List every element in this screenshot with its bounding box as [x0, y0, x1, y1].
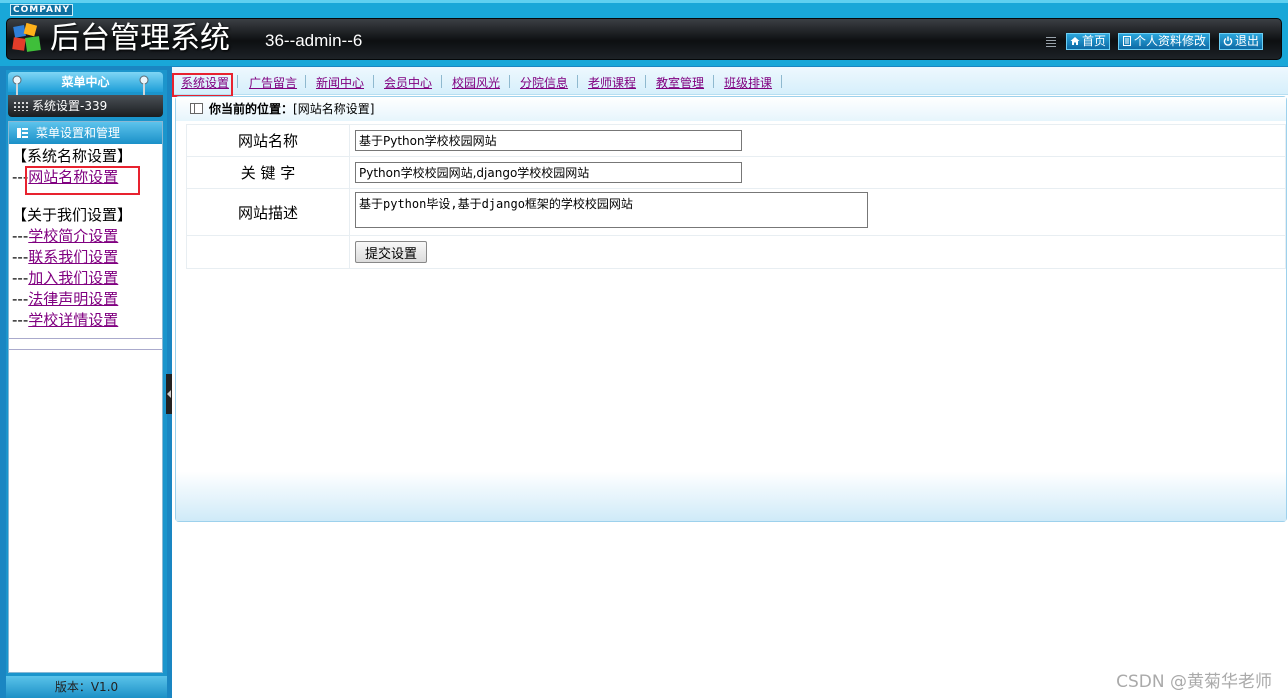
menu-link-school-detail[interactable]: 学校详情设置	[28, 311, 118, 329]
tab-separator	[305, 75, 306, 88]
menu-section-header: 菜单设置和管理	[9, 122, 162, 144]
menu-link-contact[interactable]: 联系我们设置	[28, 248, 118, 266]
tab-members[interactable]: 会员中心	[384, 74, 432, 91]
logout-label: 退出	[1235, 34, 1260, 48]
description-label: 网站描述	[186, 188, 350, 236]
tab-ads[interactable]: 广告留言	[249, 74, 297, 91]
keywords-input[interactable]	[355, 162, 742, 183]
sidebar: 菜单中心 系统设置-339 菜单设置和管理 【系统名称设置】 ---网站名称设置…	[6, 70, 167, 698]
content-area: 你当前的位置：[网站名称设置] 网站名称 关 键 字 网站描述	[175, 96, 1287, 522]
profile-edit-label: 个人资料修改	[1134, 34, 1207, 48]
tab-separator	[441, 75, 442, 88]
tab-courses[interactable]: 老师课程	[588, 74, 636, 91]
form-cell	[349, 124, 1286, 157]
content-footer-gradient	[176, 397, 1286, 521]
tab-separator	[509, 75, 510, 88]
company-badge: COMPANY	[10, 4, 73, 16]
tab-bar: 系统设置 广告留言 新闻中心 会员中心 校园风光 分院信息 老师课程 教室管理 …	[172, 67, 1288, 97]
cubes-logo-icon	[12, 22, 41, 52]
form-cell: 基于python毕设,基于django框架的学校校园网站	[349, 188, 1286, 236]
menu-item: ---联系我们设置	[9, 247, 162, 268]
sidebar-menu: 菜单设置和管理 【系统名称设置】 ---网站名称设置 【关于我们设置】 ---学…	[8, 121, 163, 673]
watermark: CSDN @黄菊华老师	[1116, 672, 1272, 692]
system-settings-bar[interactable]: 系统设置-339	[8, 95, 163, 117]
tab-separator	[373, 75, 374, 88]
header: COMPANY 后台管理系统 36--admin--6 首页 个人资料修改 退出	[0, 0, 1288, 66]
tab-separator	[781, 75, 782, 88]
highlight-box	[25, 166, 140, 195]
app-window: COMPANY 后台管理系统 36--admin--6 首页 个人资料修改 退出…	[0, 0, 1288, 698]
power-icon	[1223, 36, 1233, 46]
group-title: 【系统名称设置】	[12, 147, 133, 165]
tab-separator	[713, 75, 714, 88]
user-info: 36--admin--6	[265, 31, 363, 50]
site-name-label: 网站名称	[186, 124, 350, 157]
tab-classrooms[interactable]: 教室管理	[656, 74, 704, 91]
system-settings-label: 系统设置-339	[32, 99, 108, 113]
menu-section-title: 菜单设置和管理	[36, 126, 121, 140]
form-row: 提交设置	[186, 235, 1286, 269]
tab-news[interactable]: 新闻中心	[316, 74, 364, 91]
form-row: 网站描述 基于python毕设,基于django框架的学校校园网站	[186, 188, 1286, 236]
menu-item: ---学校详情设置	[9, 310, 162, 331]
form-cell: 提交设置	[349, 235, 1286, 269]
grid-dots-icon	[13, 101, 28, 111]
main-panel: 系统设置 广告留言 新闻中心 会员中心 校园风光 分院信息 老师课程 教室管理 …	[172, 67, 1288, 698]
group-title: 【关于我们设置】	[12, 206, 133, 224]
menu-divider	[9, 338, 162, 350]
version-label: 版本：V1.0	[6, 676, 167, 698]
form-row: 关 键 字	[186, 156, 1286, 189]
breadcrumb-label: 你当前的位置：	[209, 102, 294, 116]
app-title: 后台管理系统	[50, 21, 230, 56]
menu-link-join[interactable]: 加入我们设置	[28, 269, 118, 287]
page-icon	[190, 103, 203, 114]
settings-form: 网站名称 关 键 字 网站描述 基于python毕设,基于django框架的学校…	[186, 124, 1286, 269]
pin-icon	[139, 75, 149, 97]
menu-item: ---法律声明设置	[9, 289, 162, 310]
breadcrumb-value: [网站名称设置]	[293, 102, 375, 116]
tab-separator	[237, 75, 238, 88]
form-cell	[186, 235, 350, 269]
tab-separator	[645, 75, 646, 88]
home-button[interactable]: 首页	[1066, 33, 1111, 50]
form-cell	[349, 156, 1286, 189]
site-name-input[interactable]	[355, 130, 742, 151]
item-prefix: ---	[12, 290, 29, 308]
list-icon	[17, 128, 28, 138]
home-label: 首页	[1082, 34, 1107, 48]
form-row: 网站名称	[186, 124, 1286, 157]
tab-separator	[577, 75, 578, 88]
menu-item: ---学校简介设置	[9, 226, 162, 247]
menu-link-legal[interactable]: 法律声明设置	[28, 290, 118, 308]
pin-icon	[12, 75, 22, 97]
document-icon	[1123, 36, 1131, 46]
item-prefix: ---	[12, 269, 29, 287]
profile-edit-button[interactable]: 个人资料修改	[1118, 33, 1211, 50]
tab-branches[interactable]: 分院信息	[520, 74, 568, 91]
logout-button[interactable]: 退出	[1219, 33, 1264, 50]
description-textarea[interactable]: 基于python毕设,基于django框架的学校校园网站	[355, 192, 868, 228]
keywords-label: 关 键 字	[186, 156, 350, 189]
item-prefix: ---	[12, 248, 29, 266]
tab-campus[interactable]: 校园风光	[452, 74, 500, 91]
tab-scheduling[interactable]: 班级排课	[724, 74, 772, 91]
submit-settings-button[interactable]: 提交设置	[355, 241, 428, 263]
item-prefix: ---	[12, 311, 29, 329]
menu-item: ---加入我们设置	[9, 268, 162, 289]
menu-lines-icon	[1046, 37, 1056, 48]
home-icon	[1070, 37, 1080, 45]
menu-link-school-intro[interactable]: 学校简介设置	[28, 227, 118, 245]
highlight-box	[172, 73, 233, 97]
breadcrumb: 你当前的位置：[网站名称设置]	[176, 97, 1286, 121]
item-prefix: ---	[12, 227, 29, 245]
